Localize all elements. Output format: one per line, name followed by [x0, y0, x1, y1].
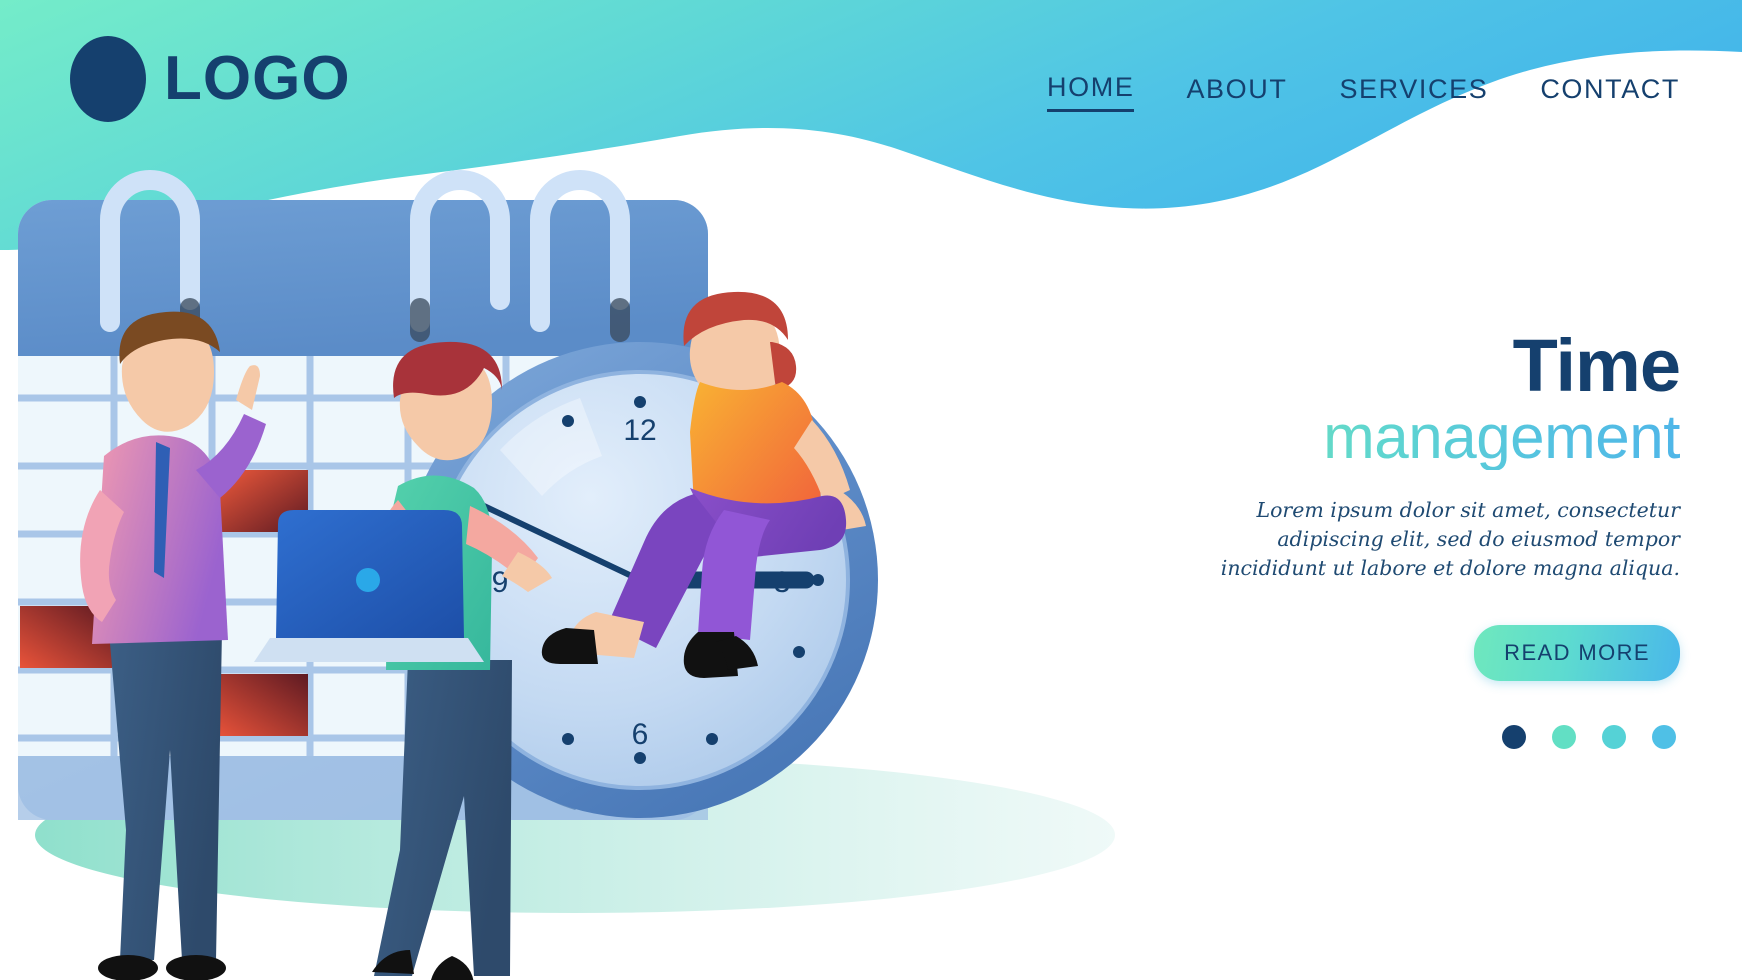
nav-item-about[interactable]: ABOUT [1186, 74, 1287, 111]
brand-logo[interactable]: LOGO [70, 36, 351, 122]
nav-item-home[interactable]: HOME [1047, 72, 1135, 112]
page-title: Time [1512, 324, 1681, 407]
hero-description: Lorem ipsum dolor sit amet, consectetur … [1220, 497, 1680, 580]
read-more-button[interactable]: READ MORE [1474, 624, 1680, 681]
nav-item-contact[interactable]: CONTACT [1540, 74, 1680, 111]
page-subtitle: management [1210, 404, 1680, 469]
svg-text:12: 12 [623, 414, 656, 447]
carousel-dot-4[interactable] [1652, 724, 1676, 749]
laptop [254, 510, 484, 662]
landing-page: LOGO HOME ABOUT SERVICES CONTACT 12 6 9 … [0, 0, 1742, 980]
svg-text:6: 6 [632, 718, 649, 751]
brand-name: LOGO [164, 44, 351, 113]
circle-logo-mark-icon [70, 36, 146, 122]
hero-text-block: Time management Lorem ipsum dolor sit am… [1210, 324, 1681, 749]
carousel-dot-2[interactable] [1552, 724, 1576, 749]
carousel-dot-3[interactable] [1602, 724, 1626, 749]
nav-item-services[interactable]: SERVICES [1339, 74, 1488, 111]
carousel-dots [1210, 724, 1680, 749]
time-management-illustration: 12 3 6 9 [18, 170, 1115, 980]
main-navigation: HOME ABOUT SERVICES CONTACT [1047, 72, 1680, 112]
carousel-dot-1[interactable] [1502, 724, 1526, 749]
